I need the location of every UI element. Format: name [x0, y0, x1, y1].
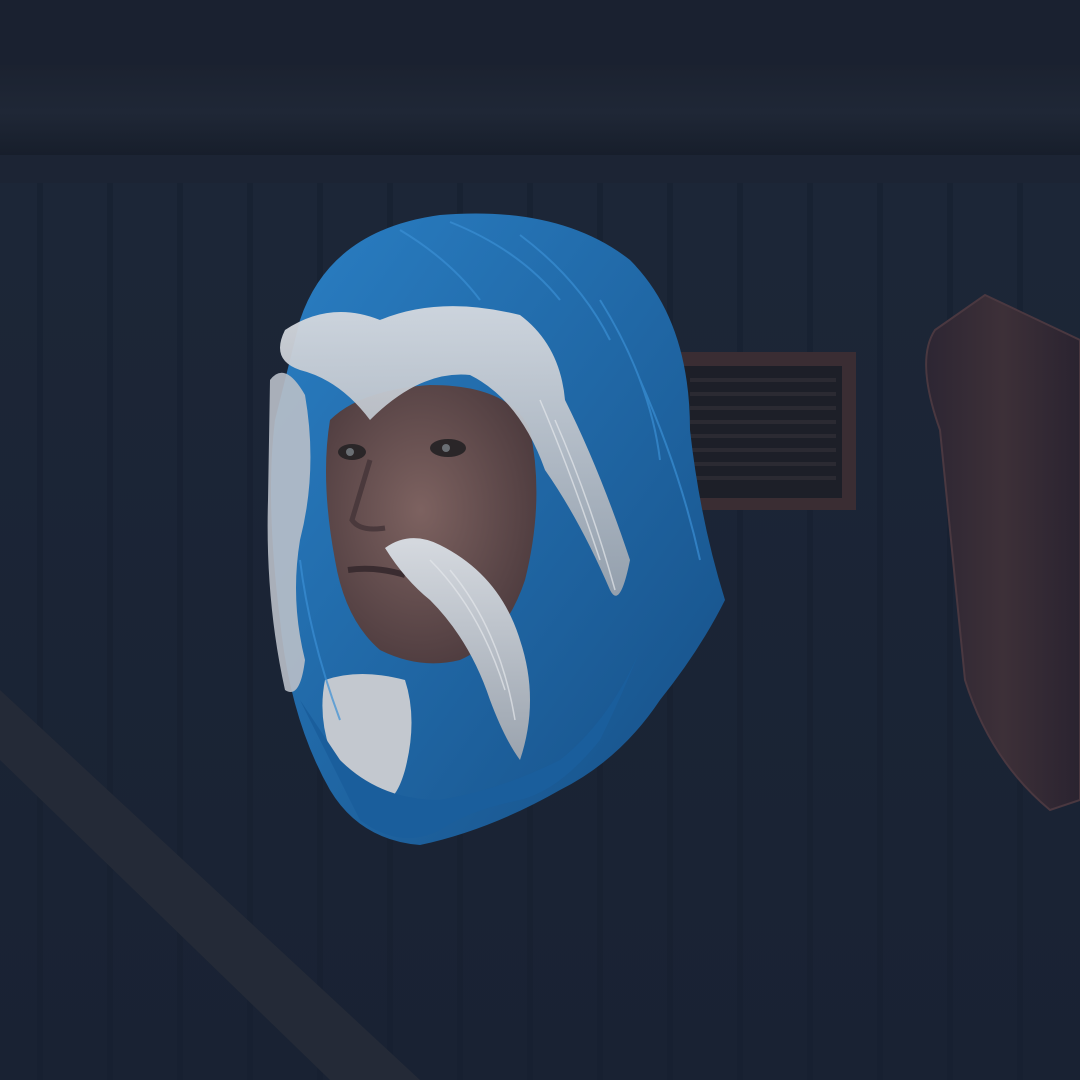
beam-ledge: [0, 155, 1080, 183]
ceiling-beam: [0, 0, 1080, 70]
wall-vent: [670, 352, 856, 510]
game-viewport: [0, 0, 1080, 1080]
upper-beam: [0, 65, 1080, 160]
